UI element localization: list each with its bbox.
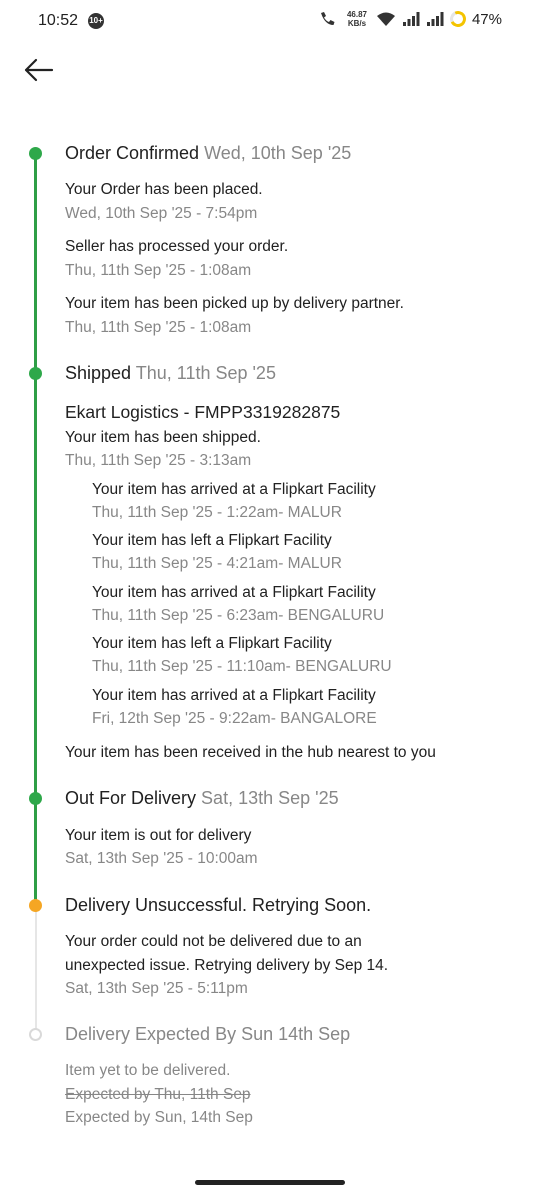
hop-text: Your item has arrived at a Flipkart Faci…: [92, 687, 376, 704]
event-time: Thu, 11th Sep '25 - 1:08am: [65, 319, 252, 336]
hop-time: Thu, 11th Sep '25 - 4:21am- MALUR: [92, 555, 342, 572]
signal-icon: [402, 12, 420, 26]
event-text: Seller has processed your order.: [65, 238, 289, 255]
network-speed: 46.87 KB/s: [346, 10, 367, 28]
step-shipped: Shipped Thu, 11th Sep '25: [65, 363, 276, 383]
event-text-line1: Your order could not be delivered due to…: [65, 933, 362, 950]
event-text-line2: unexpected issue. Retrying delivery by S…: [65, 957, 389, 974]
wifi-icon: [376, 12, 395, 26]
home-indicator[interactable]: [195, 1180, 345, 1185]
event-time: Sat, 13th Sep '25 - 5:11pm: [65, 980, 248, 997]
event-text: Your item has been picked up by delivery…: [65, 295, 404, 312]
status-dot-expected: [29, 1028, 42, 1041]
event-text: Your item is out for delivery: [65, 827, 252, 844]
hop-text: Your item has left a Flipkart Facility: [92, 532, 332, 549]
status-dot-out-for-delivery: [29, 792, 42, 805]
timeline-pending-line: [35, 905, 37, 1035]
event-time: Thu, 11th Sep '25 - 3:13am: [65, 452, 252, 469]
event-time: Wed, 10th Sep '25 - 7:54pm: [65, 205, 258, 222]
notification-badge: 10+: [88, 13, 104, 29]
status-dot-shipped: [29, 367, 42, 380]
battery-icon: [447, 8, 469, 30]
step-delivery-expected: Delivery Expected By Sun 14th Sep: [65, 1024, 351, 1044]
battery-percent: 47%: [471, 10, 502, 28]
back-arrow-icon[interactable]: [20, 52, 58, 88]
hop-text: Your item has arrived at a Flipkart Faci…: [92, 584, 376, 601]
call-signal-icon: [320, 12, 335, 25]
new-expected-date: Expected by Sun, 14th Sep: [65, 1109, 253, 1126]
hop-time: Thu, 11th Sep '25 - 11:10am- BENGALURU: [92, 658, 392, 675]
event-text: Your Order has been placed.: [65, 181, 263, 198]
step-out-for-delivery: Out For Delivery Sat, 13th Sep '25: [65, 788, 339, 808]
status-bar: 10:52 10+ 46.87 KB/s 47%: [0, 0, 540, 44]
hop-time: Thu, 11th Sep '25 - 6:23am- BENGALURU: [92, 607, 385, 624]
event-time: Thu, 11th Sep '25 - 1:08am: [65, 262, 252, 279]
event-text: Your item has been shipped.: [65, 429, 261, 446]
old-expected-date: Expected by Thu, 11th Sep: [65, 1086, 251, 1103]
hop-time: Fri, 12th Sep '25 - 9:22am- BANGALORE: [92, 710, 377, 727]
courier-tracking-id[interactable]: Ekart Logistics - FMPP3319282875: [65, 402, 340, 423]
event-time: Sat, 13th Sep '25 - 10:00am: [65, 850, 258, 867]
signal-icon-2: [426, 12, 444, 26]
hub-received-text: Your item has been received in the hub n…: [65, 744, 436, 761]
step-order-confirmed: Order Confirmed Wed, 10th Sep '25: [65, 143, 352, 163]
hop-time: Thu, 11th Sep '25 - 1:22am- MALUR: [92, 504, 342, 521]
hop-text: Your item has arrived at a Flipkart Faci…: [92, 481, 376, 498]
pending-text: Item yet to be delivered.: [65, 1062, 231, 1079]
step-delivery-unsuccessful: Delivery Unsuccessful. Retrying Soon.: [65, 895, 372, 915]
status-dot-unsuccessful: [29, 899, 42, 912]
status-dot-confirmed: [29, 147, 42, 160]
status-time: 10:52: [38, 12, 79, 29]
hop-text: Your item has left a Flipkart Facility: [92, 635, 332, 652]
